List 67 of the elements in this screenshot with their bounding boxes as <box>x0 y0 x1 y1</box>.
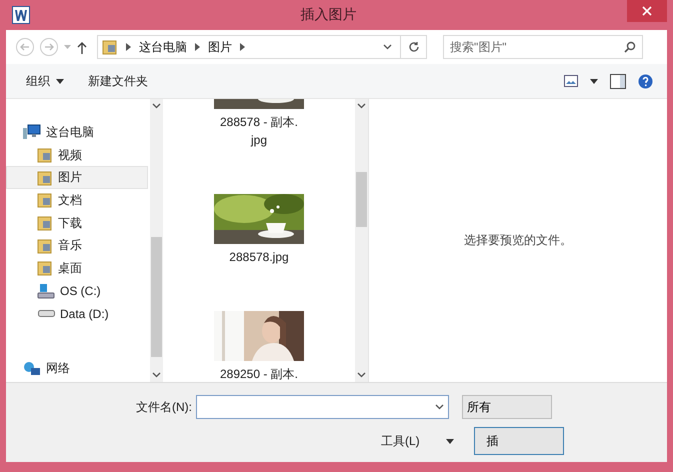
file-thumbnail[interactable]: 289250 - 副本. <box>214 311 304 382</box>
folder-icon <box>37 170 53 186</box>
dropdown-icon[interactable] <box>383 44 392 50</box>
tools-menu[interactable]: 工具(L) <box>379 430 456 452</box>
scroll-up-icon[interactable] <box>357 103 366 109</box>
scroll-down-icon[interactable] <box>357 372 366 378</box>
folder-icon <box>37 215 53 232</box>
forward-arrow-icon <box>44 43 54 51</box>
help-icon[interactable] <box>638 74 653 88</box>
file-thumbnail[interactable]: 288578.jpg <box>214 194 304 266</box>
file-name: 288578 - 副本. jpg <box>220 114 298 149</box>
sidebar-item[interactable]: 下载 <box>6 212 148 234</box>
refresh-icon <box>408 41 420 53</box>
search-icon[interactable] <box>624 41 636 53</box>
preview-pane-icon[interactable] <box>610 74 626 88</box>
file-name: 288578.jpg <box>229 249 289 266</box>
sidebar-item[interactable]: 音乐 <box>6 234 148 258</box>
sidebar-item[interactable]: 视频 <box>6 144 148 166</box>
scrollbar-thumb[interactable] <box>151 237 162 357</box>
up-arrow-icon[interactable] <box>77 40 87 54</box>
file-name-field[interactable] <box>196 395 449 419</box>
new-folder-button[interactable]: 新建文件夹 <box>86 70 150 92</box>
sidebar-item[interactable]: 网络 <box>6 357 148 380</box>
chevron-icon <box>240 43 245 51</box>
chevron-icon <box>195 43 200 51</box>
sidebar-item[interactable]: 文档 <box>6 189 148 212</box>
scroll-up-icon[interactable] <box>152 103 161 109</box>
file-type-dropdown[interactable]: 所有 <box>462 395 552 419</box>
search-field[interactable]: 搜索"图片" <box>443 35 643 59</box>
caret-icon[interactable] <box>590 78 598 84</box>
insert-button[interactable]: 插 <box>474 427 564 455</box>
folder-icon <box>37 147 53 164</box>
scrollbar-thumb[interactable] <box>356 172 367 227</box>
chevron-icon <box>126 43 131 51</box>
dropdown-icon[interactable] <box>435 404 444 410</box>
folder-icon <box>102 39 118 55</box>
drive-icon <box>37 283 55 300</box>
folder-icon <box>37 238 53 254</box>
address-bar[interactable]: 这台电脑 图片 <box>97 35 427 59</box>
sidebar-item[interactable]: 这台电脑 <box>6 121 148 144</box>
file-name-label: 文件名(N): <box>135 398 193 416</box>
caret-icon[interactable] <box>56 78 64 84</box>
organize-menu[interactable]: 组织 <box>24 70 66 92</box>
sidebar-item[interactable]: 图片 <box>6 166 148 190</box>
picture-view-icon[interactable] <box>564 75 578 87</box>
scrollbar[interactable] <box>355 99 368 382</box>
folder-icon <box>37 260 53 276</box>
caret-icon[interactable] <box>446 438 454 444</box>
window-title: 插入图片 <box>300 6 358 24</box>
scroll-down-icon[interactable] <box>152 372 161 378</box>
scrollbar[interactable] <box>150 99 163 382</box>
sidebar-item[interactable]: Data (D:) <box>6 302 148 326</box>
preview-message: 选择要预览的文件。 <box>464 232 572 249</box>
folder-icon <box>37 192 53 208</box>
drive-icon <box>38 310 55 318</box>
computer-icon <box>23 124 41 140</box>
network-icon <box>23 360 41 377</box>
back-arrow-icon <box>20 43 30 51</box>
file-thumbnail[interactable]: 288578 - 副本. jpg <box>214 99 304 149</box>
file-name: 289250 - 副本. <box>220 366 298 382</box>
word-logo-icon <box>15 10 27 20</box>
breadcrumb-item[interactable]: 这台电脑 <box>139 38 187 56</box>
close-icon <box>642 6 652 16</box>
sidebar-item[interactable]: OS (C:) <box>6 280 148 302</box>
close-button[interactable] <box>627 0 667 22</box>
sidebar-item[interactable]: 桌面 <box>6 257 148 280</box>
breadcrumb-item[interactable]: 图片 <box>208 38 232 56</box>
